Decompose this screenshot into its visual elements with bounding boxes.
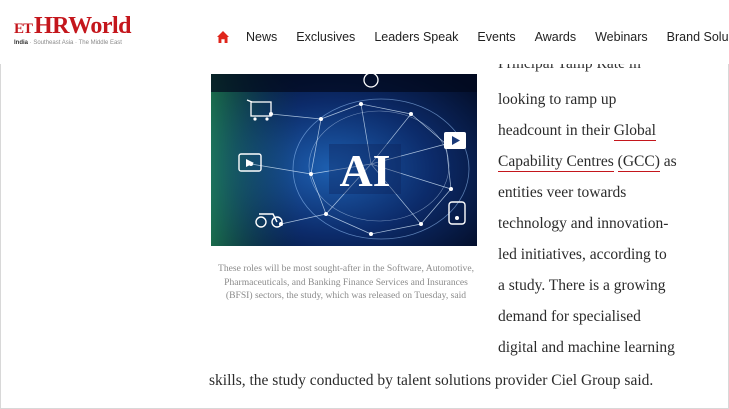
article-line: entities veer towards (498, 184, 627, 201)
image-caption: These roles will be most sought-after in… (217, 263, 475, 301)
article-line: headcount in their Global (498, 122, 656, 141)
link-gcc[interactable]: (GCC) (617, 153, 660, 172)
logo-badge: ET (14, 21, 33, 37)
hero-ai-label: AI (339, 145, 390, 196)
edition-others: · Southeast Asia · The Middle East (28, 40, 122, 46)
main-nav: News Exclusives Leaders Speak Events Awa… (216, 30, 729, 44)
article-line: led initiatives, according to (498, 246, 667, 263)
article-last-line: skills, the study conducted by talent so… (209, 372, 654, 389)
nav-leaders-speak[interactable]: Leaders Speak (374, 30, 458, 44)
article-body: Principal Tamp Rate in looking to ramp u… (498, 64, 720, 363)
site-logo[interactable]: ET HRWorld India · Southeast Asia · The … (14, 13, 132, 46)
nav-news[interactable]: News (246, 30, 277, 44)
article-line: digital and machine learning (498, 339, 675, 356)
nav-exclusives[interactable]: Exclusives (296, 30, 355, 44)
home-icon[interactable] (216, 30, 230, 44)
article-line: looking to ramp up (498, 91, 617, 108)
article-line: a study. There is a growing (498, 277, 666, 294)
nav-webinars[interactable]: Webinars (595, 30, 648, 44)
nav-awards[interactable]: Awards (535, 30, 576, 44)
nav-brand-solutions[interactable]: Brand Solu (667, 30, 729, 44)
article-line: demand for specialised (498, 308, 641, 325)
edition-active: India (14, 40, 29, 46)
article-image: AI (211, 74, 477, 246)
article-line: Capability Centres (GCC) as (498, 153, 677, 172)
link-global[interactable]: Global (613, 122, 656, 141)
article-cut-line: Principal Tamp Rate in (498, 64, 720, 84)
nav-events[interactable]: Events (477, 30, 515, 44)
logo-text: HRWorld (34, 13, 132, 39)
site-header: ET HRWorld India · Southeast Asia · The … (0, 0, 729, 64)
edition-selector[interactable]: India · Southeast Asia · The Middle East (14, 40, 131, 46)
article-line: technology and innovation- (498, 215, 669, 232)
link-capability-centres[interactable]: Capability Centres (498, 153, 614, 172)
